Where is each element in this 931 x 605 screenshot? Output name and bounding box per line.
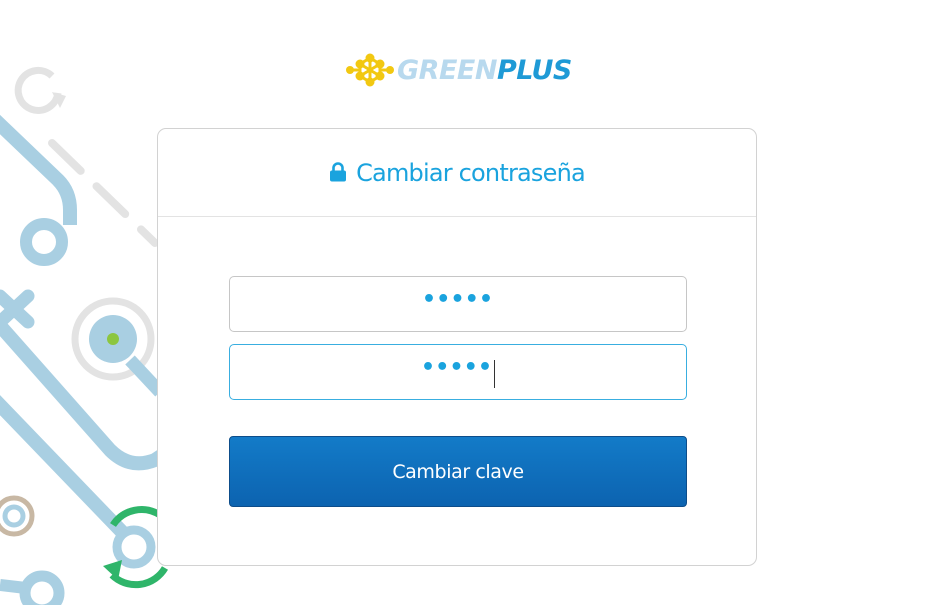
confirm-password-field[interactable]: •••••	[229, 344, 687, 400]
brand-name-part2: PLUS	[496, 55, 572, 86]
confirm-password-value: •••••	[421, 355, 493, 380]
circuit-node-lower-icon	[112, 525, 156, 569]
circuit-line	[0, 114, 77, 225]
target-dot	[107, 333, 119, 345]
x-mark-icon	[0, 289, 35, 329]
change-password-card: Cambiar contraseña ••••• ••••• Cambiar c…	[157, 128, 757, 566]
text-caret	[493, 360, 495, 388]
new-password-value: •••••	[422, 287, 494, 312]
new-password-field[interactable]: •••••	[229, 276, 687, 332]
brand-name: GREENPLUS	[397, 50, 572, 92]
refresh-arrow-gray-icon	[14, 66, 62, 114]
background-decoration	[0, 66, 174, 605]
card-header: Cambiar contraseña	[158, 129, 756, 217]
brand-name-part1: GREEN	[397, 55, 497, 86]
circuit-node-bottom-icon	[19, 570, 65, 605]
hexagon-molecule-icon	[346, 53, 394, 87]
lock-icon	[330, 161, 347, 181]
circuit-node-icon	[20, 218, 68, 266]
brand-logo: GREENPLUS	[346, 50, 572, 92]
page-title: Cambiar contraseña	[356, 158, 586, 187]
change-password-button[interactable]: Cambiar clave	[229, 436, 687, 507]
circuit-line-lower	[0, 395, 131, 540]
circuit-line-long	[0, 315, 174, 471]
